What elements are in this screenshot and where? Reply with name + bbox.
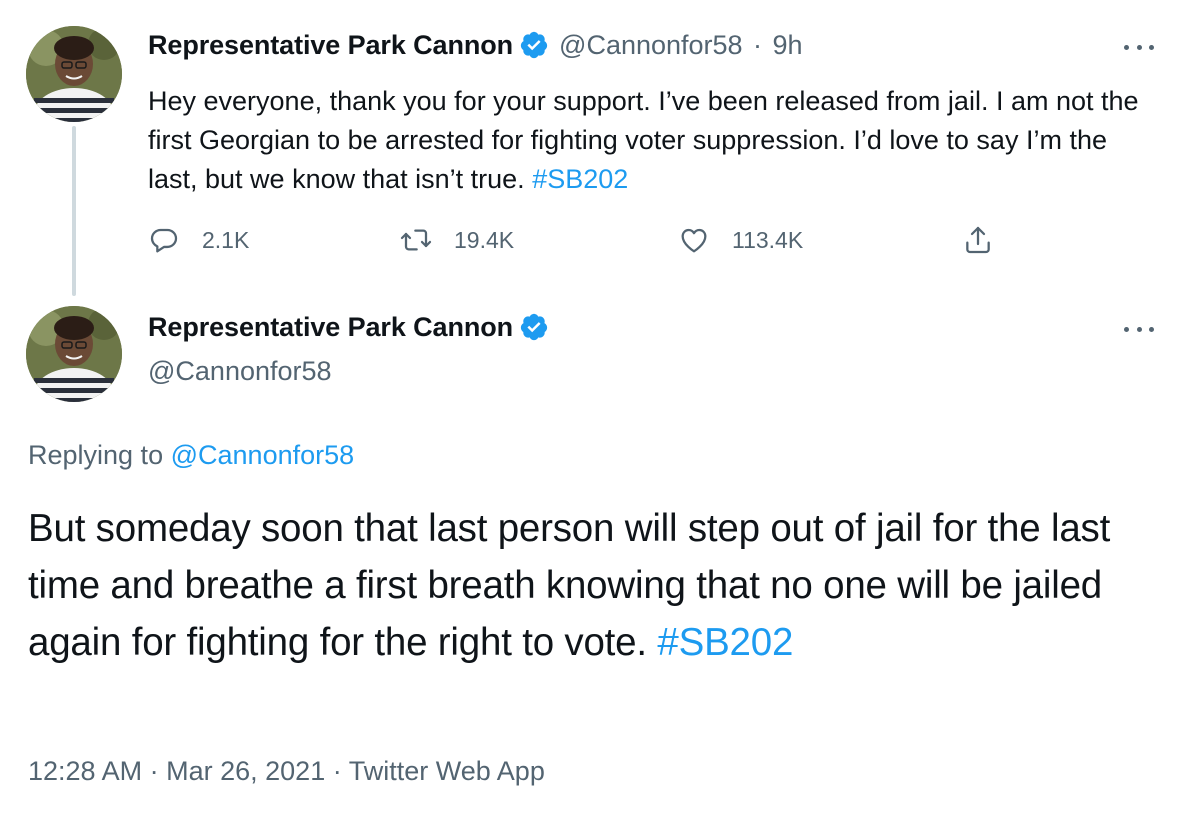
tweet-actions: 2.1K 19.4K 113.4K (148, 220, 1048, 260)
avatar[interactable] (26, 26, 122, 122)
tweet-time[interactable]: 12:28 AM (28, 756, 142, 786)
author-handle[interactable]: @Cannonfor58 (148, 356, 332, 387)
reply-icon (150, 228, 178, 253)
retweet-icon (400, 229, 432, 251)
verified-badge-icon (520, 313, 548, 341)
meta-dot: · (149, 756, 159, 786)
tweet-body: But someday soon that last person will s… (28, 507, 1111, 664)
tweet-date[interactable]: Mar 26, 2021 (166, 756, 325, 786)
hashtag-link[interactable]: #SB202 (657, 614, 793, 671)
author-name[interactable]: Representative Park Cannon (148, 312, 513, 342)
more-options-icon[interactable] (1124, 322, 1154, 336)
reply-count: 2.1K (202, 226, 250, 253)
avatar[interactable] (26, 306, 122, 402)
like-count: 113.4K (732, 226, 804, 253)
more-options-icon[interactable] (1124, 40, 1154, 54)
hashtag-link[interactable]: #SB202 (532, 164, 628, 194)
author-name[interactable]: Representative Park Cannon (148, 30, 513, 60)
meta-dot: · (332, 756, 342, 786)
tweet-metadata: 12:28 AM · Mar 26, 2021 · Twitter Web Ap… (28, 756, 545, 787)
replying-to-mention[interactable]: @Cannonfor58 (171, 440, 355, 470)
tweet-source[interactable]: Twitter Web App (349, 756, 545, 786)
first-tweet-text: Hey everyone, thank you for your support… (148, 82, 1158, 199)
reply-button[interactable]: 2.1K (148, 220, 249, 260)
avatar-image (26, 306, 122, 402)
retweet-button[interactable]: 19.4K (400, 220, 514, 260)
tweet-age[interactable]: 9h (772, 30, 802, 60)
verified-badge-icon (520, 31, 548, 59)
thread-connector-line (72, 126, 76, 296)
focused-tweet-header: Representative Park Cannon (148, 312, 549, 343)
tweet-body: Hey everyone, thank you for your support… (148, 86, 1139, 194)
retweet-count: 19.4K (454, 226, 515, 253)
share-icon (966, 226, 990, 254)
replying-prefix: Replying to (28, 440, 164, 470)
meta-separator: · (753, 30, 763, 60)
first-tweet-header: Representative Park Cannon @Cannonfor58 ·… (148, 30, 803, 61)
replying-to-line: Replying to @Cannonfor58 (28, 440, 354, 471)
heart-icon (681, 228, 707, 253)
focused-tweet-text: But someday soon that last person will s… (28, 500, 1168, 671)
share-button[interactable] (962, 220, 994, 260)
avatar-image (26, 26, 122, 122)
author-handle[interactable]: @Cannonfor58 (559, 30, 743, 60)
tweet-thread-view: Representative Park Cannon @Cannonfor58 ·… (0, 0, 1188, 822)
like-button[interactable]: 113.4K (678, 220, 803, 260)
